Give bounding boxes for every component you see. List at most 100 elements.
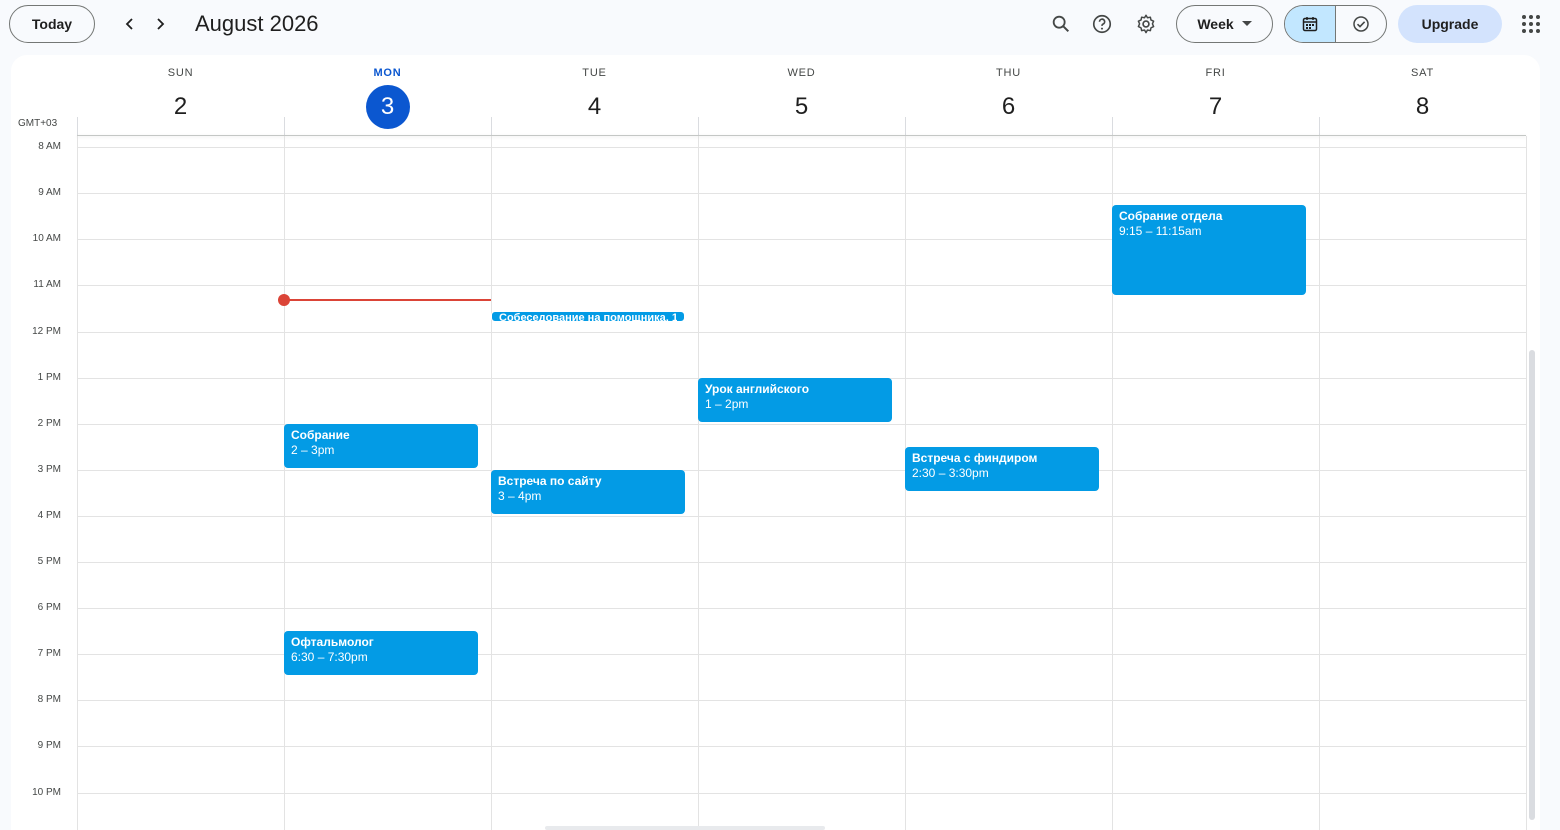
- hour-line: [77, 331, 1526, 333]
- help-button[interactable]: [1088, 10, 1116, 38]
- hour-label: 3 PM: [37, 463, 61, 475]
- day-name: WED: [787, 67, 816, 79]
- day-header-sun[interactable]: SUN 2: [77, 55, 284, 135]
- header-column-divider: [905, 117, 906, 135]
- event-time: 2 – 3pm: [291, 442, 335, 457]
- header-column-divider: [1112, 117, 1113, 135]
- grid-scrollbar[interactable]: [1529, 350, 1535, 820]
- day-column-divider: [77, 136, 78, 830]
- search-button[interactable]: [1047, 10, 1075, 38]
- hour-label: 9 PM: [37, 740, 61, 752]
- calendar-toggle[interactable]: [1285, 6, 1336, 42]
- chevron-left-icon: [125, 18, 133, 30]
- hour-line: [77, 792, 1526, 794]
- hour-line: [77, 746, 1526, 748]
- page-title: August 2026: [195, 11, 319, 36]
- hour-label: 1 PM: [37, 371, 61, 383]
- hour-line: [77, 239, 1526, 241]
- settings-icon: [1137, 14, 1155, 34]
- day-number[interactable]: 2: [159, 85, 203, 129]
- today-button[interactable]: Today: [9, 5, 95, 43]
- event-time: 3 – 4pm: [498, 488, 542, 503]
- hour-label: 8 PM: [37, 694, 61, 706]
- tasks-icon: [1353, 16, 1369, 32]
- hour-label: 2 PM: [37, 417, 61, 429]
- day-name: THU: [995, 67, 1021, 79]
- day-header-sat[interactable]: SAT 8: [1319, 55, 1526, 135]
- event-title: Встреча с финдиром: [912, 450, 1038, 465]
- event-card[interactable]: Собрание 2 – 3pm: [284, 423, 478, 468]
- current-time-dot: [278, 294, 290, 307]
- day-column-divider: [698, 136, 699, 830]
- settings-button[interactable]: [1132, 10, 1160, 38]
- day-name: FRI: [1205, 67, 1226, 79]
- hour-line: [77, 285, 1526, 287]
- current-time-line: [284, 299, 491, 302]
- day-number[interactable]: 7: [1194, 85, 1238, 129]
- hour-label: 10 AM: [32, 233, 61, 245]
- calendar-icon: [1302, 17, 1318, 32]
- prev-week-button[interactable]: [117, 11, 143, 37]
- day-column-divider: [1319, 136, 1320, 830]
- event-card[interactable]: Урок английского 1 – 2pm: [698, 377, 892, 422]
- hour-label: 8 AM: [38, 141, 61, 153]
- view-label: Week: [1197, 16, 1234, 32]
- view-switcher[interactable]: Week: [1176, 5, 1273, 43]
- top-bar: Today August 2026 Week Upgrade: [0, 0, 1560, 48]
- header-column-divider: [491, 117, 492, 135]
- day-name: TUE: [582, 67, 607, 79]
- hour-line: [77, 700, 1526, 702]
- day-header-thu[interactable]: THU 6: [905, 55, 1112, 135]
- chevron-right-icon: [157, 18, 165, 30]
- tasks-toggle[interactable]: [1336, 6, 1386, 42]
- apps-icon[interactable]: [1518, 11, 1544, 37]
- day-number[interactable]: 3: [365, 85, 410, 129]
- calendar-tasks-toggle: [1284, 5, 1387, 43]
- hour-line: [77, 147, 1526, 149]
- event-title: Урок английского: [705, 381, 810, 396]
- hour-line: [77, 515, 1526, 517]
- event-title: Собеседование на помощника, 11:3: [499, 311, 677, 323]
- hour-label: 10 PM: [32, 786, 61, 798]
- hour-label: 6 PM: [37, 602, 61, 614]
- day-name: SUN: [167, 67, 194, 79]
- day-header-fri[interactable]: FRI 7: [1112, 55, 1319, 135]
- event-card[interactable]: Офтальмолог 6:30 – 7:30pm: [284, 631, 478, 676]
- search-icon: [1052, 15, 1070, 33]
- day-header-wed[interactable]: WED 5: [698, 55, 905, 135]
- header-column-divider: [698, 117, 699, 135]
- day-number[interactable]: 4: [573, 85, 617, 129]
- day-header-tue[interactable]: TUE 4: [491, 55, 698, 135]
- event-card[interactable]: Встреча с финдиром 2:30 – 3:30pm: [905, 446, 1099, 491]
- event-time: 2:30 – 3:30pm: [912, 465, 989, 480]
- day-number[interactable]: 5: [780, 85, 824, 129]
- hour-label: 4 PM: [37, 509, 61, 521]
- day-column-divider: [284, 136, 285, 830]
- event-title: Офтальмолог: [291, 635, 374, 650]
- hour-label: 7 PM: [37, 648, 61, 660]
- help-icon: [1092, 14, 1112, 34]
- timezone-label: GMT+03: [18, 118, 58, 129]
- event-time: 1 – 2pm: [705, 396, 749, 411]
- day-name: SAT: [1411, 67, 1434, 79]
- hour-label: 12 PM: [32, 325, 61, 337]
- day-name: MON: [373, 67, 402, 79]
- day-header-mon[interactable]: MON 3: [284, 55, 491, 135]
- header-column-divider: [1319, 117, 1320, 135]
- header-column-divider: [77, 117, 78, 135]
- hour-line: [77, 608, 1526, 610]
- event-card[interactable]: Встреча по сайту 3 – 4pm: [491, 469, 685, 514]
- upgrade-button[interactable]: Upgrade: [1398, 5, 1502, 43]
- event-title: Собрание отдела: [1119, 208, 1223, 223]
- hour-line: [77, 193, 1526, 195]
- event-card[interactable]: Собеседование на помощника, 11:3: [491, 310, 685, 323]
- next-week-button[interactable]: [147, 11, 173, 37]
- day-number[interactable]: 6: [987, 85, 1031, 129]
- event-card[interactable]: Собрание отдела 9:15 – 11:15am: [1112, 204, 1306, 295]
- caret-down-icon: [1241, 21, 1252, 26]
- hour-label: 9 AM: [38, 187, 61, 199]
- day-number[interactable]: 8: [1401, 85, 1445, 129]
- time-grid[interactable]: 7 AM8 AM9 AM10 AM11 AM12 PM1 PM2 PM3 PM4…: [11, 136, 1540, 830]
- header-column-divider: [284, 117, 285, 135]
- event-title: Встреча по сайту: [498, 473, 602, 488]
